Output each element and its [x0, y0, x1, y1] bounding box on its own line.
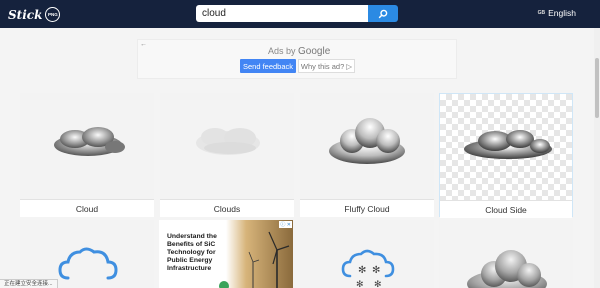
result-caption[interactable]: Fluffy Cloud — [300, 199, 434, 217]
scrollbar-thumb[interactable] — [595, 58, 599, 118]
search-icon — [378, 9, 388, 18]
result-card-fluffy-cloud[interactable]: Fluffy Cloud — [300, 93, 434, 217]
result-thumbnail[interactable] — [439, 220, 573, 288]
result-card-cloud-outline[interactable] — [20, 220, 154, 288]
result-card-cloud[interactable]: Cloud — [20, 93, 154, 217]
cloud-side-image — [464, 130, 552, 159]
result-thumbnail[interactable] — [20, 93, 154, 199]
result-thumbnail[interactable] — [440, 94, 572, 200]
result-card-snow-cloud[interactable]: ✻ ✻ ✻ ✻ — [300, 220, 434, 288]
svg-text:✻: ✻ — [372, 265, 380, 276]
language-label: English — [548, 8, 576, 18]
result-thumbnail[interactable] — [20, 220, 154, 288]
cloud-image — [54, 127, 125, 156]
svg-text:✻: ✻ — [374, 280, 382, 288]
logo-text: Stick — [8, 7, 43, 22]
why-this-ad-button[interactable]: Why this ad? ▷ — [298, 59, 355, 73]
result-caption[interactable]: Cloud — [20, 199, 154, 217]
site-logo[interactable]: Stick PNG — [8, 5, 61, 24]
language-selector[interactable]: GB English — [538, 8, 576, 18]
ads-by-label: Ads by Google — [268, 46, 331, 57]
wind-turbine-image — [219, 231, 290, 288]
clouds-image — [196, 128, 260, 155]
result-card-cloud-side[interactable]: Cloud Side — [439, 93, 573, 218]
sponsored-ad-card[interactable]: ⓘ ✕ Understand the Benefits of SiC Techn… — [159, 220, 293, 288]
result-thumbnail[interactable] — [160, 93, 294, 199]
result-caption[interactable]: Cloud Side — [440, 200, 572, 218]
svg-text:✻: ✻ — [358, 265, 366, 276]
send-feedback-button[interactable]: Send feedback — [240, 59, 296, 73]
svg-text:✻: ✻ — [356, 280, 364, 288]
result-thumbnail[interactable]: ✻ ✻ ✻ ✻ — [300, 220, 434, 288]
page-scrollbar[interactable] — [594, 28, 600, 288]
result-thumbnail[interactable] — [300, 93, 434, 199]
logo-badge: PNG — [45, 7, 61, 22]
ad-choices-icon: ▷ — [346, 61, 353, 71]
cloud-outline-icon — [58, 247, 118, 280]
browser-status-bar: 正在建立安全连接... — [0, 279, 58, 288]
result-card-gray-cloud[interactable] — [439, 220, 573, 288]
google-brand: Google — [298, 46, 331, 57]
result-caption[interactable]: Clouds — [160, 199, 294, 217]
search-button[interactable] — [368, 5, 398, 22]
search-input[interactable]: cloud — [196, 5, 368, 22]
ad-banner: ← Ads by Google Send feedback Why this a… — [137, 39, 457, 79]
back-arrow-icon[interactable]: ← — [140, 41, 147, 48]
snow-cloud-icon: ✻ ✻ ✻ ✻ — [341, 249, 395, 288]
gray-cloud-image — [467, 250, 547, 288]
gb-flag-icon: GB — [537, 10, 546, 16]
top-navigation-bar: Stick PNG cloud GB English — [0, 0, 600, 28]
fluffy-cloud-image — [329, 118, 405, 164]
result-card-clouds[interactable]: Clouds — [160, 93, 294, 217]
